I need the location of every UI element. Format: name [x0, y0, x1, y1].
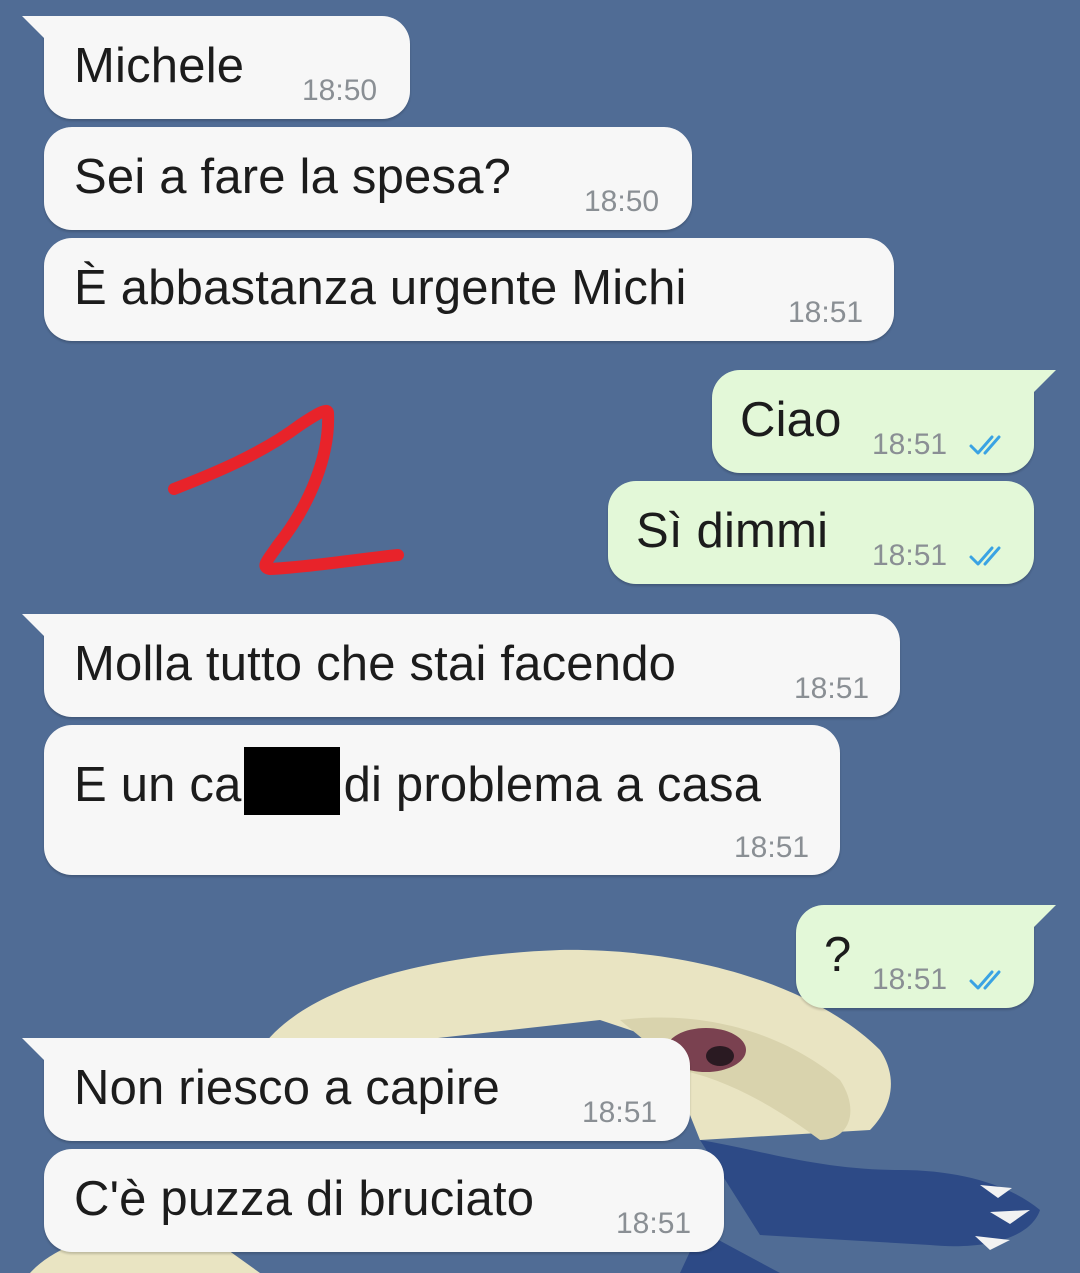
message-bubble-outgoing[interactable]: ? 18:51 [796, 905, 1056, 1008]
red-number-annotation [168, 405, 404, 575]
message-bubble-incoming[interactable]: Sei a fare la spesa? 18:50 [44, 127, 692, 230]
redaction-box [243, 747, 340, 815]
message-time: 18:50 [584, 185, 660, 218]
message-text: ? [824, 928, 852, 982]
message-time: 18:50 [302, 74, 378, 107]
chat-area[interactable]: Michele 18:50 Sei a fare la spesa? 18:50… [0, 0, 1080, 1273]
message-time: 18:51 [794, 672, 870, 705]
message-time: 18:51 [788, 296, 864, 329]
double-check-icon [969, 435, 1001, 455]
message-time: 18:51 [872, 539, 948, 572]
message-bubble-incoming[interactable]: È abbastanza urgente Michi 18:51 [44, 238, 894, 341]
message-bubble-incoming[interactable]: Michele 18:50 [22, 16, 410, 119]
message-text-part: E un ca [74, 758, 242, 812]
message-text: Molla tutto che stai facendo [74, 637, 677, 691]
message-bubble-incoming[interactable]: E un ca di problema a casa 18:51 [44, 725, 840, 875]
message-bubble-incoming[interactable]: C'è puzza di bruciato 18:51 [44, 1149, 724, 1252]
double-check-icon [969, 970, 1001, 990]
message-bubble-outgoing[interactable]: Sì dimmi 18:51 [608, 481, 1034, 584]
message-bubble-incoming[interactable]: Molla tutto che stai facendo 18:51 [22, 614, 900, 717]
message-text: Sì dimmi [636, 504, 829, 558]
double-check-icon [969, 546, 1001, 566]
message-text: Ciao [740, 393, 842, 447]
message-time: 18:51 [734, 831, 810, 864]
message-text: Michele [74, 39, 245, 93]
message-text-part: di problema a casa [343, 758, 762, 812]
message-text: Sei a fare la spesa? [74, 150, 512, 204]
message-time: 18:51 [582, 1096, 658, 1129]
message-text: C'è puzza di bruciato [74, 1172, 535, 1226]
message-time: 18:51 [872, 428, 948, 461]
message-time: 18:51 [872, 963, 948, 996]
message-text: E un ca di problema a casa [74, 747, 761, 815]
message-bubble-incoming[interactable]: Non riesco a capire 18:51 [22, 1038, 690, 1141]
message-text: È abbastanza urgente Michi [74, 261, 687, 315]
message-bubble-outgoing[interactable]: Ciao 18:51 [712, 370, 1056, 473]
message-text: Non riesco a capire [74, 1061, 500, 1115]
message-time: 18:51 [616, 1207, 692, 1240]
